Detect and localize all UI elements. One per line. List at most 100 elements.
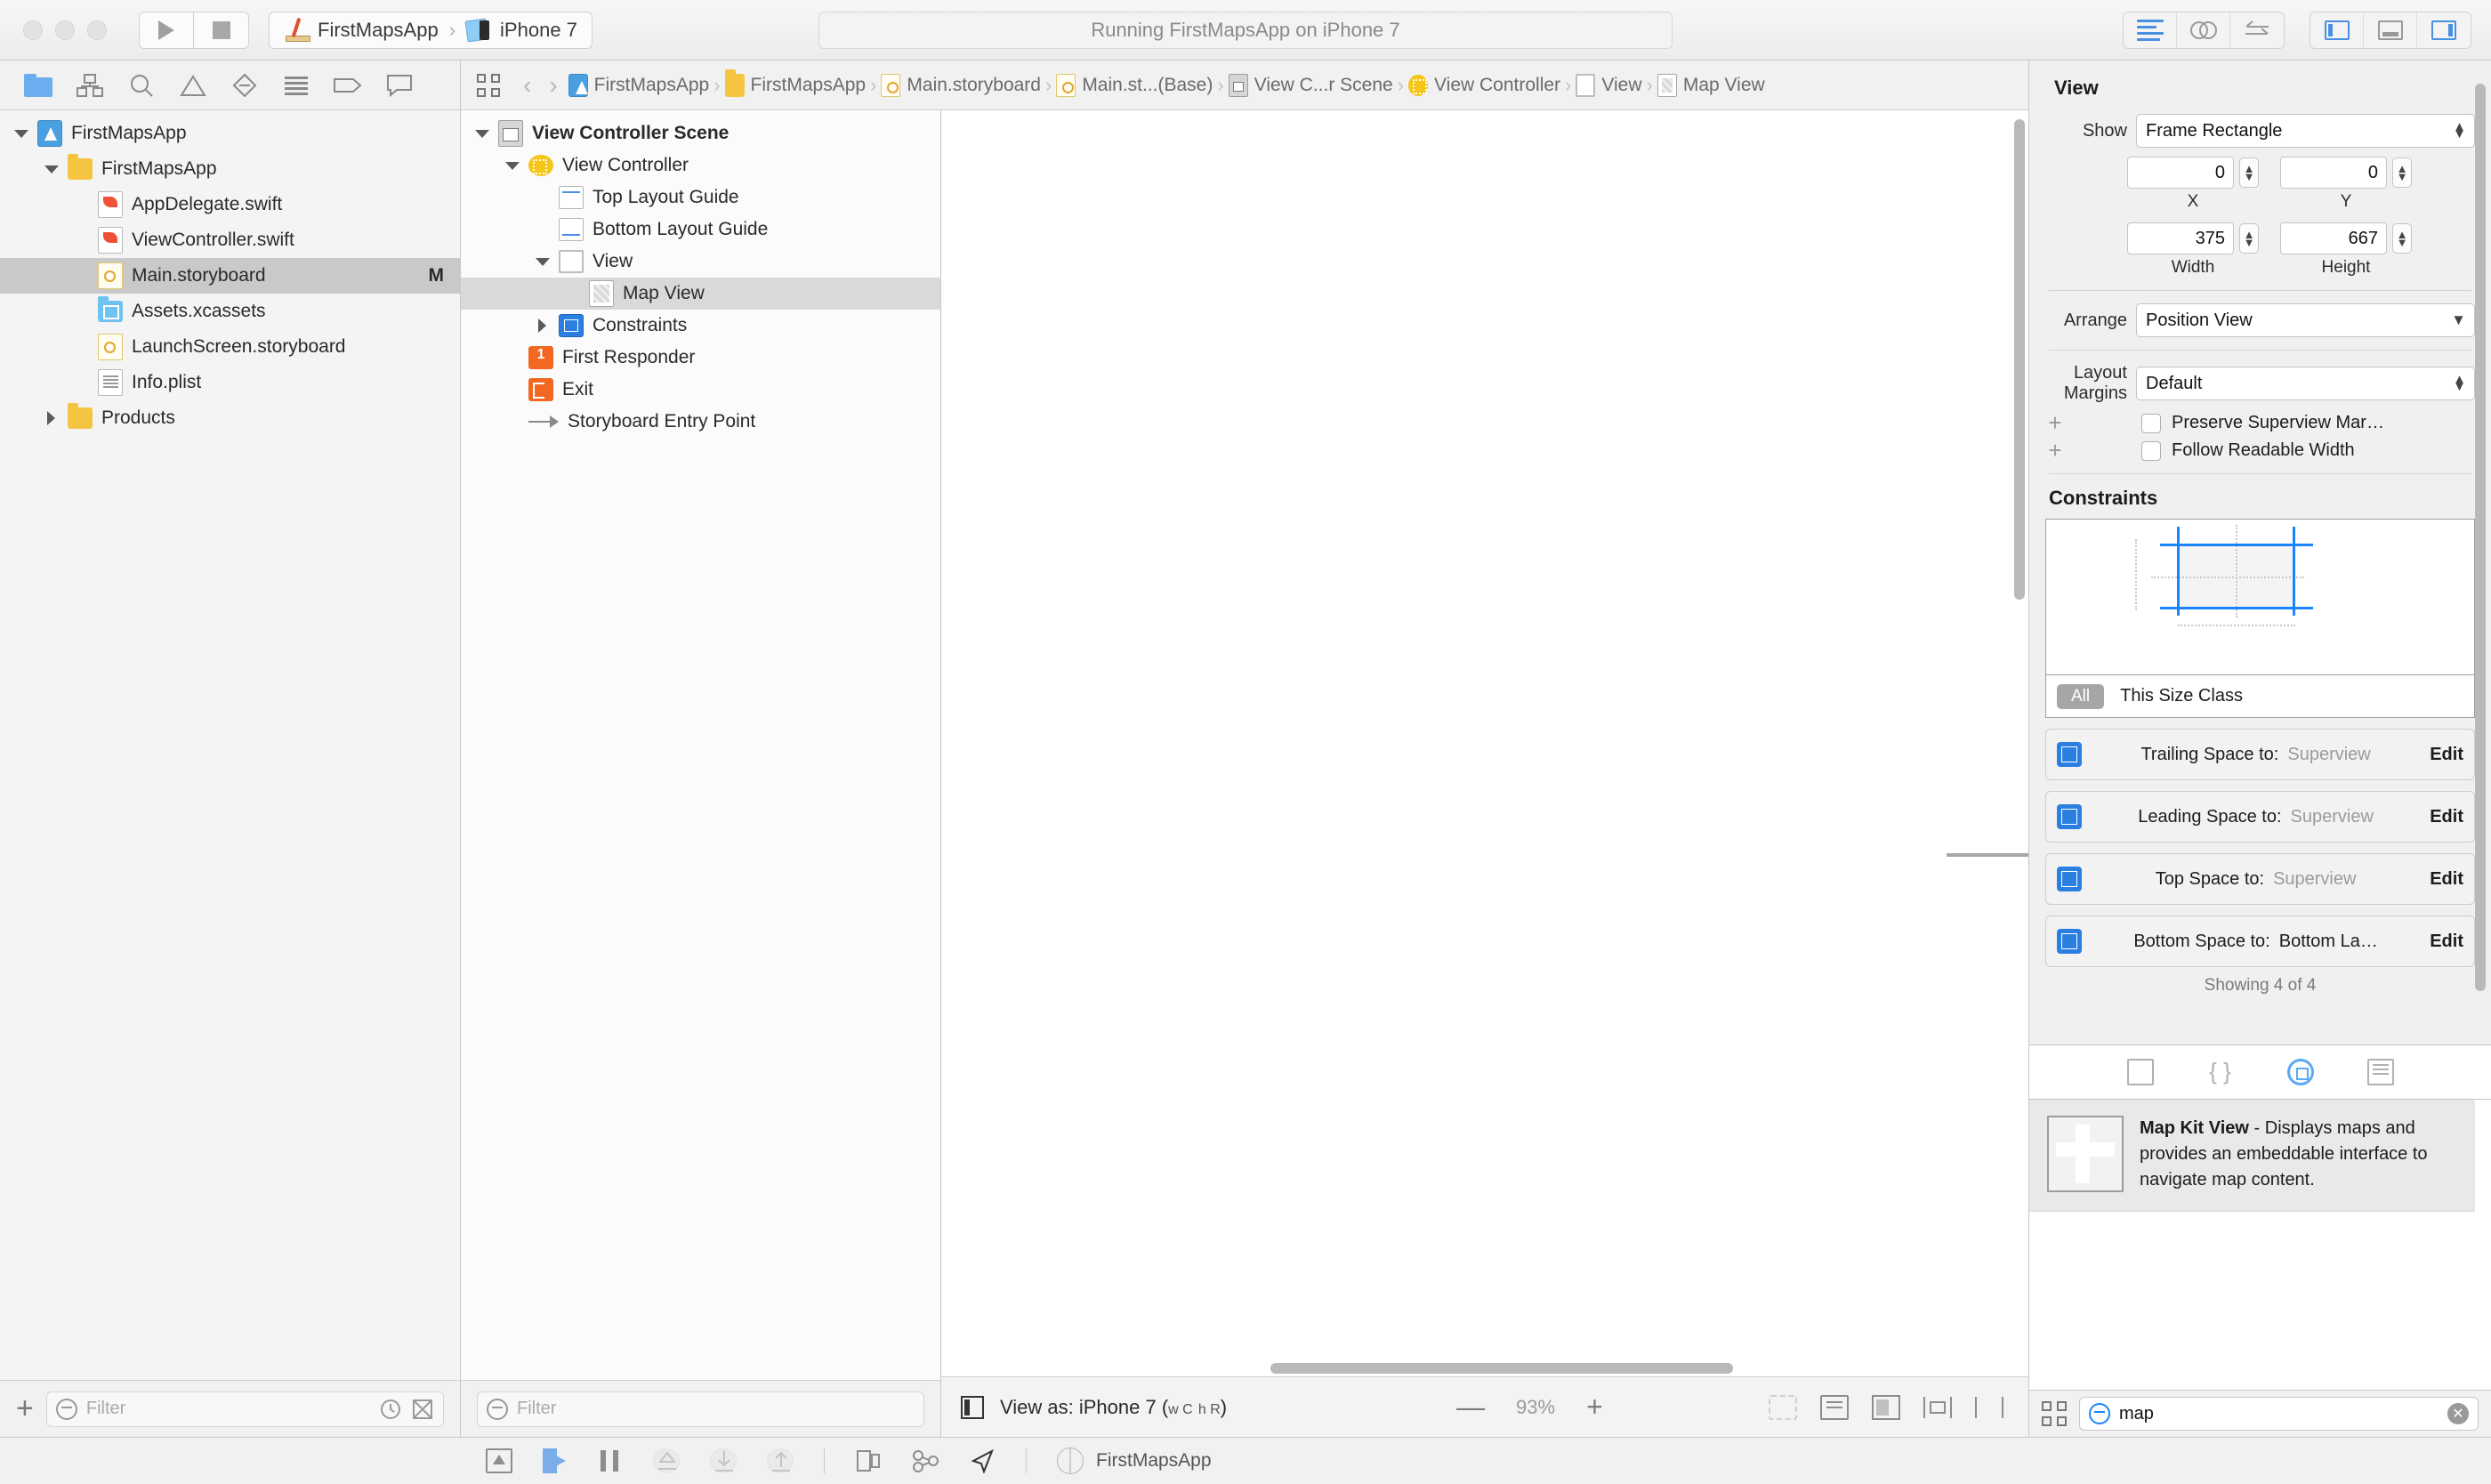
outline-filter-field[interactable]: Filter [477,1391,924,1427]
project-tree-row[interactable]: Main.storyboardM [0,258,460,294]
code-snippet-library-tab[interactable]: { } [2207,1059,2234,1085]
disclosure-triangle-icon[interactable] [43,410,59,426]
constraint-item[interactable]: Trailing Space to:SuperviewEdit [2045,729,2475,780]
y-stepper[interactable]: ▲▼ [2392,157,2412,188]
disclosure-triangle-icon[interactable] [12,125,28,141]
utilities-toggle-button[interactable] [2417,12,2471,48]
breadcrumb[interactable]: FirstMapsApp›FirstMapsApp›Main.storyboar… [568,74,1765,97]
constraint-edit-button[interactable]: Edit [2430,869,2463,890]
outline-row[interactable]: Map View [461,278,940,310]
debug-area-toggle-button[interactable] [2364,12,2417,48]
breakpoint-activate-button[interactable] [543,1448,566,1473]
navigator-tab-source-control[interactable] [64,66,116,105]
preserve-superview-add-button[interactable]: + [2045,415,2065,431]
outline-row[interactable]: Exit [461,374,940,406]
breadcrumb-item[interactable]: FirstMapsApp [568,74,710,97]
constraint-edit-button[interactable]: Edit [2430,807,2463,827]
simulate-location-button[interactable] [969,1448,996,1473]
embed-in-stack-button[interactable] [1820,1395,1849,1420]
library-search-field[interactable]: map ✕ [2079,1397,2479,1431]
scheme-selector[interactable]: FirstMapsApp › iPhone 7 [269,12,593,49]
view-debugger-button[interactable] [486,1448,512,1473]
disclosure-triangle-icon[interactable] [473,125,489,141]
outline-row[interactable]: View Controller Scene [461,117,940,149]
project-tree-row[interactable]: AppDelegate.swift [0,187,460,222]
navigator-tab-test[interactable] [219,66,270,105]
navigator-filter-field[interactable]: Filter [46,1391,444,1427]
outline-row[interactable]: View [461,246,940,278]
constraint-item[interactable]: Leading Space to:SuperviewEdit [2045,791,2475,843]
width-input[interactable]: 375 [2127,222,2234,254]
breadcrumb-item[interactable]: View Controller [1408,75,1560,96]
breadcrumb-item[interactable]: View C...r Scene [1229,74,1393,97]
outline-row[interactable]: View Controller [461,149,940,181]
show-popup[interactable]: Frame Rectangle ▲▼ [2136,114,2475,148]
version-editor-button[interactable] [2230,12,2284,48]
outline-row[interactable]: Top Layout Guide [461,181,940,214]
disclosure-triangle-icon[interactable] [43,161,59,177]
canvas-horizontal-scrollbar[interactable] [1270,1363,1733,1374]
project-tree-row[interactable]: ViewController.swift [0,222,460,258]
breadcrumb-item[interactable]: View [1576,74,1641,97]
source-control-filter-icon[interactable] [411,1398,434,1421]
project-tree-row[interactable]: LaunchScreen.storyboard [0,329,460,365]
project-tree-row[interactable]: Info.plist [0,365,460,400]
height-stepper[interactable]: ▲▼ [2392,223,2412,254]
recent-icon[interactable] [379,1398,402,1421]
run-button[interactable] [139,12,194,49]
library-item-map-kit-view[interactable]: Map Kit View - Displays maps and provide… [2029,1100,2475,1212]
disclosure-triangle-icon[interactable] [504,157,520,173]
zoom-out-button[interactable]: — [1456,1397,1485,1416]
navigator-tab-breakpoint[interactable] [322,66,374,105]
constraints-diagram[interactable] [2045,519,2475,675]
process-indicator[interactable]: FirstMapsApp [1057,1448,1212,1474]
pause-button[interactable] [596,1448,623,1473]
constraint-edit-button[interactable]: Edit [2430,932,2463,952]
breadcrumb-item[interactable]: Main.st...(Base) [1056,74,1213,97]
zoom-button[interactable] [87,20,107,40]
x-input[interactable]: 0 [2127,157,2234,189]
related-items-icon[interactable] [477,74,500,97]
size-class-bar[interactable]: All This Size Class [2045,675,2475,718]
back-button[interactable]: ‹ [516,71,538,100]
project-tree[interactable]: FirstMapsAppFirstMapsAppAppDelegate.swif… [0,110,460,1380]
resolve-auto-layout-issues-button[interactable] [1975,1395,2003,1420]
clear-search-icon[interactable]: ✕ [2447,1403,2469,1424]
file-template-library-tab[interactable] [2127,1059,2154,1085]
preserve-superview-checkbox[interactable] [2141,414,2161,433]
navigator-tab-project[interactable] [12,66,64,105]
project-tree-row[interactable]: Products [0,400,460,436]
y-input[interactable]: 0 [2280,157,2387,189]
breadcrumb-item[interactable]: Main.storyboard [881,74,1041,97]
view-as-toggle-icon[interactable] [961,1396,984,1419]
constraint-item[interactable]: Bottom Space to:Bottom La…Edit [2045,915,2475,967]
standard-editor-button[interactable] [2124,12,2177,48]
add-file-button[interactable]: + [16,1397,34,1421]
disclosure-triangle-icon[interactable] [534,318,550,334]
library-layout-toggle-icon[interactable] [2042,1401,2067,1426]
project-tree-row[interactable]: FirstMapsApp [0,151,460,187]
debug-view-hierarchy-button[interactable] [855,1448,882,1473]
step-over-button[interactable] [653,1448,680,1473]
scene-outline-tree[interactable]: View Controller SceneView ControllerTop … [461,110,940,1380]
close-button[interactable] [23,20,43,40]
add-new-constraints-button[interactable] [1923,1395,1952,1420]
window-controls[interactable] [23,20,107,40]
arrange-popup[interactable]: Position View ▼ [2136,303,2475,337]
outline-row[interactable]: First Responder [461,342,940,374]
constraint-edit-button[interactable]: Edit [2430,745,2463,765]
size-class-pill[interactable]: All [2057,684,2104,709]
x-stepper[interactable]: ▲▼ [2239,157,2259,188]
assistant-editor-button[interactable] [2177,12,2230,48]
align-button[interactable] [1872,1395,1900,1420]
breadcrumb-item[interactable]: FirstMapsApp [725,74,867,97]
step-out-button[interactable] [767,1448,794,1473]
canvas-vertical-scrollbar[interactable] [2014,119,2025,600]
minimize-button[interactable] [55,20,75,40]
zoom-in-button[interactable]: + [1586,1397,1603,1416]
project-tree-row[interactable]: Assets.xcassets [0,294,460,329]
project-tree-row[interactable]: FirstMapsApp [0,116,460,151]
follow-readable-add-button[interactable]: + [2045,442,2065,458]
navigator-tab-report[interactable] [374,66,425,105]
layout-margins-popup[interactable]: Default ▲▼ [2136,367,2475,400]
